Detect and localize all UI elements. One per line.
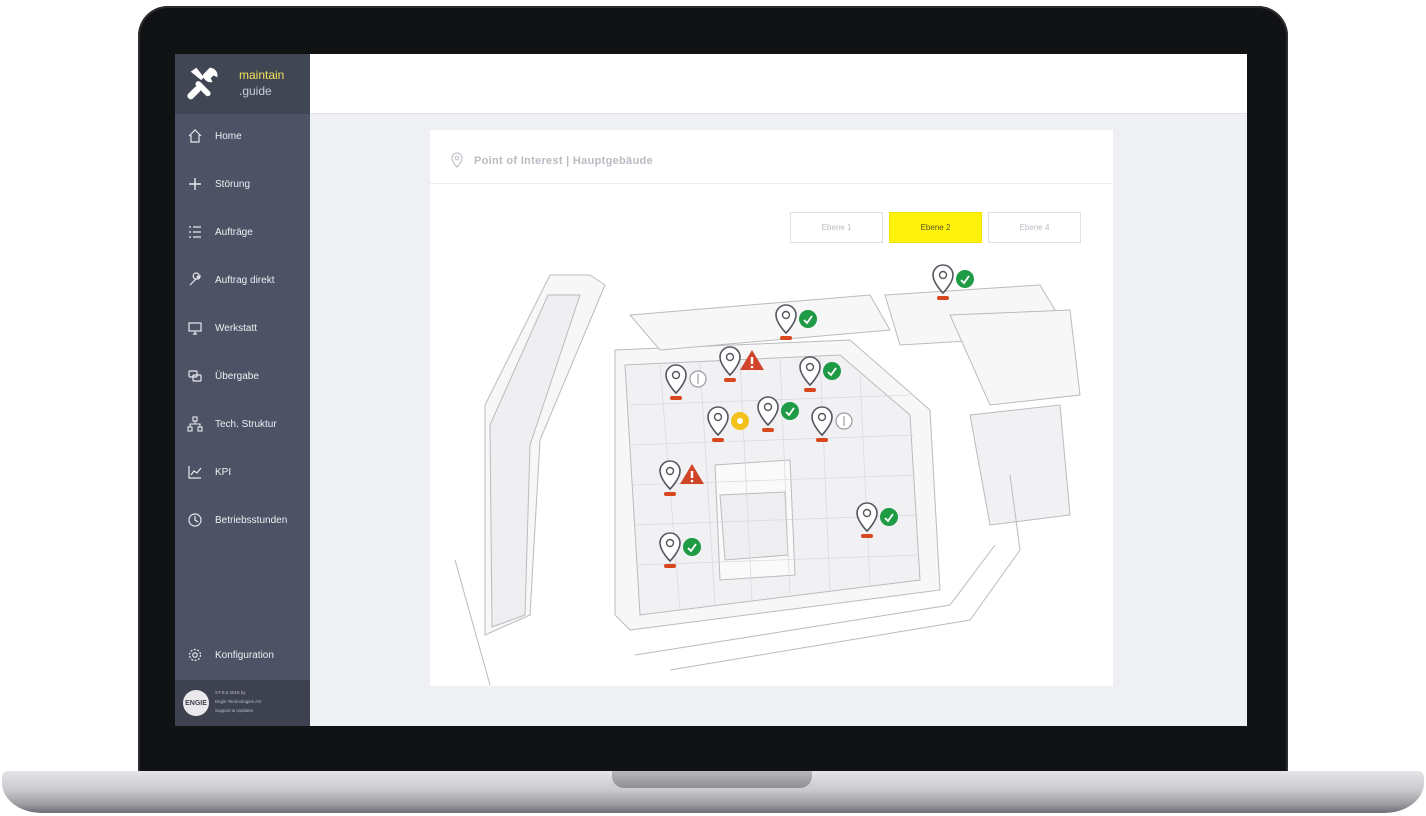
status-ok-icon[interactable] — [956, 270, 974, 288]
sidebar: maintain .guide Home Störung Aufträge Au… — [175, 54, 310, 726]
status-ok-icon[interactable] — [823, 362, 841, 380]
app-logo[interactable]: maintain .guide — [175, 54, 310, 114]
sidebar-footer: ENGIE ST-8.5 2018 by Engie Technologies … — [175, 680, 310, 726]
status-ok-icon[interactable] — [781, 402, 799, 420]
footer-company: Engie Technologies AG — [215, 699, 262, 704]
laptop-notch — [612, 771, 812, 788]
sidebar-item-label: Aufträge — [215, 226, 253, 238]
status-idle-icon[interactable] — [689, 370, 707, 388]
sidebar-item-auftrag-direkt[interactable]: Auftrag direkt — [175, 260, 310, 300]
tools-logo-icon — [187, 67, 218, 100]
clock-icon — [188, 513, 202, 527]
home-icon — [188, 129, 202, 143]
plus-icon — [189, 178, 201, 190]
sidebar-item-label: Werkstatt — [215, 322, 258, 334]
sidebar-item-konfiguration[interactable]: Konfiguration — [175, 635, 310, 675]
tab-ebene-2[interactable]: Ebene 2 — [889, 212, 982, 243]
status-ok-icon[interactable] — [683, 538, 701, 556]
sidebar-item-auftraege[interactable]: Aufträge — [175, 212, 310, 252]
list-icon — [189, 226, 201, 238]
top-bar — [310, 54, 1247, 114]
page-title: Point of Interest | Hauptgebäude — [474, 155, 653, 167]
wrench-icon — [189, 272, 201, 286]
sidebar-item-stoerung[interactable]: Störung — [175, 164, 310, 204]
sidebar-item-kpi[interactable]: KPI — [175, 452, 310, 492]
logo-text-guide: .guide — [239, 84, 272, 98]
poi-card: Point of Interest | Hauptgebäude Ebene 1… — [430, 130, 1113, 686]
sidebar-item-label: KPI — [215, 466, 232, 478]
location-pin-icon — [451, 152, 463, 168]
card-header: Point of Interest | Hauptgebäude — [430, 130, 1113, 184]
sidebar-item-home[interactable]: Home — [175, 116, 310, 156]
status-idle-icon[interactable] — [835, 412, 853, 430]
sidebar-item-tech-struktur[interactable]: Tech. Struktur — [175, 404, 310, 444]
tab-ebene-4[interactable]: Ebene 4 — [988, 212, 1081, 243]
logo-text-maintain: maintain — [239, 68, 285, 82]
sidebar-item-label: Auftrag direkt — [215, 274, 275, 286]
floor-plan-map[interactable] — [430, 255, 1113, 686]
sidebar-item-label: Übergabe — [215, 370, 259, 382]
sidebar-item-label: Betriebsstunden — [215, 514, 288, 526]
footer-support: Support & Updates — [215, 708, 254, 713]
hierarchy-icon — [187, 416, 203, 432]
company-logo: ENGIE — [183, 690, 209, 716]
tab-ebene-1[interactable]: Ebene 1 — [790, 212, 883, 243]
status-ok-icon[interactable] — [799, 310, 817, 328]
status-pending-icon[interactable] — [731, 412, 749, 430]
gear-icon — [188, 648, 202, 662]
monitor-icon — [188, 322, 202, 335]
footer-version: ST-8.5 2018 by — [215, 690, 246, 695]
sidebar-item-betriebsstunden[interactable]: Betriebsstunden — [175, 500, 310, 540]
sidebar-item-uebergabe[interactable]: Übergabe — [175, 356, 310, 396]
sidebar-item-werkstatt[interactable]: Werkstatt — [175, 308, 310, 348]
sidebar-item-label: Tech. Struktur — [215, 418, 277, 430]
app-screen: maintain .guide Home Störung Aufträge Au… — [175, 54, 1247, 726]
chart-icon — [188, 466, 202, 479]
sidebar-item-label: Konfiguration — [215, 649, 274, 661]
sidebar-item-label: Störung — [215, 178, 251, 190]
status-ok-icon[interactable] — [880, 508, 898, 526]
handover-icon — [188, 370, 202, 382]
sidebar-item-label: Home — [215, 130, 242, 142]
